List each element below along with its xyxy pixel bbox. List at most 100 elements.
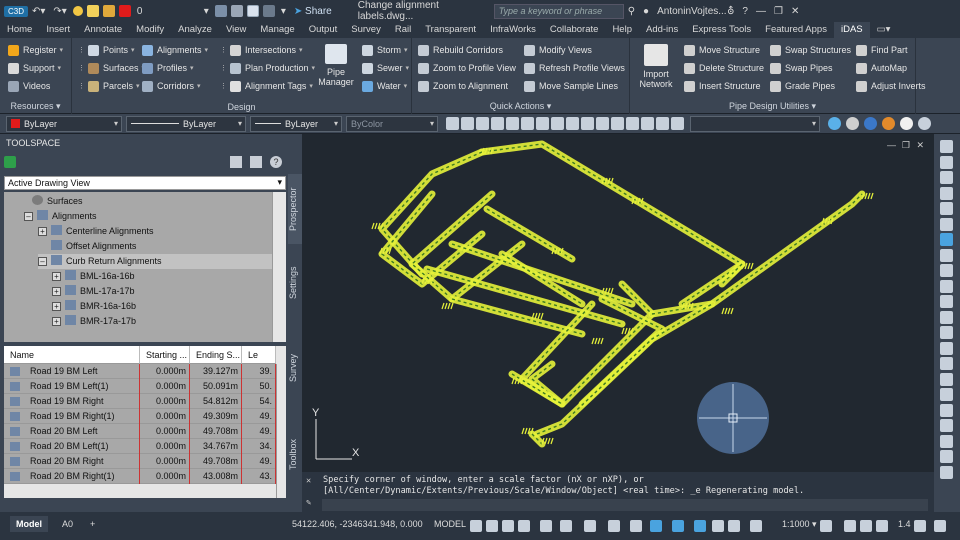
nav-tool-icon[interactable] <box>940 434 953 448</box>
table-row[interactable]: Road 20 BM Left(1) 0.000m 34.767m 34. <box>4 439 276 454</box>
nav-tool-icon[interactable] <box>940 217 953 231</box>
nav-tool-icon[interactable] <box>940 326 953 339</box>
status-toggle-icon[interactable] <box>650 520 662 532</box>
tree-item[interactable]: + Centerline Alignments <box>38 224 154 239</box>
add-layout-icon[interactable]: + <box>84 516 101 532</box>
tab-infraworks[interactable]: InfraWorks <box>483 22 543 38</box>
minimize-icon[interactable]: — <box>752 6 770 17</box>
tab-express-tools[interactable]: Express Tools <box>685 22 758 38</box>
render-sphere-icon[interactable] <box>828 117 841 130</box>
table-row[interactable]: Road 19 BM Right 0.000m 54.812m 54. <box>4 394 276 409</box>
column-header-name[interactable]: Name <box>4 346 140 364</box>
swap-pipes-button[interactable]: Swap Pipes <box>770 61 833 75</box>
nav-tool-icon[interactable] <box>940 186 953 200</box>
search-input[interactable]: Type a keyword or phrase <box>493 3 624 19</box>
tree-item[interactable]: Offset Alignments <box>51 239 136 254</box>
iso-view-icon[interactable] <box>611 117 624 130</box>
corridors-button[interactable]: Corridors ▾ <box>142 79 201 93</box>
status-toggle-icon[interactable] <box>860 520 872 532</box>
user-avatar-icon[interactable]: ● <box>639 6 653 17</box>
nav-tool-icon[interactable] <box>940 419 953 432</box>
restore-icon[interactable] <box>506 117 519 130</box>
nav-tool-icon[interactable] <box>940 202 953 215</box>
cart-icon[interactable]: ⛢ <box>723 6 738 17</box>
viewport-restore-icon[interactable]: ❐ <box>902 140 910 151</box>
find-part-button[interactable]: Find Part <box>856 43 908 57</box>
status-toggle-icon[interactable] <box>844 520 856 532</box>
share-button[interactable]: ➤ Share <box>290 6 336 17</box>
status-toggle-icon[interactable] <box>470 520 482 532</box>
nav-tool-icon[interactable] <box>940 264 953 277</box>
expand-icon[interactable]: + <box>52 302 61 311</box>
sw-view-icon[interactable] <box>626 117 639 130</box>
tab-survey[interactable]: Survey <box>288 348 302 388</box>
modify-views-button[interactable]: Modify Views <box>524 43 592 57</box>
left-view-icon[interactable] <box>566 117 579 130</box>
undo-icon[interactable]: ↶▾ <box>28 6 49 17</box>
status-toggle-icon[interactable] <box>584 520 596 532</box>
automap-button[interactable]: AutoMap <box>856 61 907 75</box>
right-view-icon[interactable] <box>581 117 594 130</box>
import-network-button[interactable]: Import Network <box>636 44 676 94</box>
move-sample-lines-button[interactable]: Move Sample Lines <box>524 79 618 93</box>
nav-tool-icon[interactable] <box>940 403 953 417</box>
move-structure-button[interactable]: Move Structure <box>684 43 760 57</box>
tree-scrollbar[interactable] <box>272 192 286 360</box>
status-toggle-icon[interactable] <box>672 520 684 532</box>
expand-icon[interactable]: + <box>38 227 47 236</box>
status-toggle-icon[interactable] <box>502 520 514 532</box>
videos-button[interactable]: Videos <box>8 79 50 93</box>
tab-addins[interactable]: Add-ins <box>639 22 685 38</box>
drawing-canvas[interactable]: YX — ❐ ✕ <box>302 134 934 472</box>
collapse-icon[interactable]: – <box>24 212 33 221</box>
lock-icon[interactable] <box>102 5 115 17</box>
nav-tool-icon[interactable] <box>940 372 953 386</box>
tab-survey[interactable]: Survey <box>344 22 388 38</box>
view-select[interactable]: Active Drawing View ▾ <box>4 176 286 190</box>
tab-model[interactable]: Model <box>10 516 48 532</box>
status-toggle-icon[interactable] <box>560 520 572 532</box>
alignment-tags-button[interactable]: ⋮ Alignment Tags ▾ <box>220 79 313 93</box>
nav-tool-icon[interactable] <box>940 450 953 463</box>
toolspace-window-icon[interactable] <box>250 156 262 168</box>
front-view-icon[interactable] <box>551 117 564 130</box>
status-toggle-icon[interactable] <box>820 520 832 532</box>
back-view-icon[interactable] <box>596 117 609 130</box>
surfaces-button[interactable]: ⋮Surfaces▾ <box>78 61 145 75</box>
hide-icon[interactable] <box>491 117 504 130</box>
close-icon[interactable]: ✕ <box>787 6 803 17</box>
nav-tool-icon[interactable] <box>940 310 953 324</box>
column-header-start[interactable]: Starting ... <box>140 346 190 364</box>
zoom-profile-view-button[interactable]: Zoom to Profile View <box>418 61 516 75</box>
tab-manage[interactable]: Manage <box>253 22 301 38</box>
points-button[interactable]: ⋮ Points ▾ <box>78 43 135 57</box>
expand-icon[interactable]: + <box>52 287 61 296</box>
layer-state-icon[interactable] <box>446 117 459 130</box>
viewport-close-icon[interactable]: ✕ <box>916 140 924 151</box>
nav-tool-icon[interactable] <box>940 295 953 308</box>
tab-settings[interactable]: Settings <box>288 258 302 308</box>
command-input[interactable] <box>322 499 928 511</box>
nav-tool-icon[interactable] <box>940 357 953 370</box>
tab-modify[interactable]: Modify <box>129 22 171 38</box>
more-icon[interactable] <box>918 117 931 130</box>
alignments-button[interactable]: Alignments ▾ <box>142 43 208 57</box>
toolspace-help-icon[interactable]: ? <box>270 156 282 168</box>
white-sphere-icon[interactable] <box>900 117 913 130</box>
table-row[interactable]: Road 19 BM Left(1) 0.000m 50.091m 50. <box>4 379 276 394</box>
status-toggle-icon[interactable] <box>914 520 926 532</box>
toolspace-close-icon[interactable] <box>4 156 16 168</box>
profiles-button[interactable]: Profiles ▾ <box>142 61 194 75</box>
column-header-length[interactable]: Le <box>242 346 276 364</box>
color-dropdown[interactable]: ByLayer ▾ <box>6 116 122 132</box>
grid-scrollbar[interactable] <box>276 364 286 498</box>
restore-icon[interactable]: ❐ <box>770 6 787 17</box>
annotation-scale[interactable]: 1:1000 ▾ <box>776 516 823 532</box>
status-toggle-icon[interactable] <box>876 520 888 532</box>
status-toggle-icon[interactable] <box>518 520 530 532</box>
collapse-icon[interactable]: – <box>38 257 47 266</box>
command-settings-icon[interactable]: ✎ <box>306 498 311 508</box>
tree-item[interactable]: + BMR-17a-17b <box>52 314 136 329</box>
ne-view-icon[interactable] <box>641 117 654 130</box>
search-icon[interactable]: ⚲ <box>624 6 639 17</box>
